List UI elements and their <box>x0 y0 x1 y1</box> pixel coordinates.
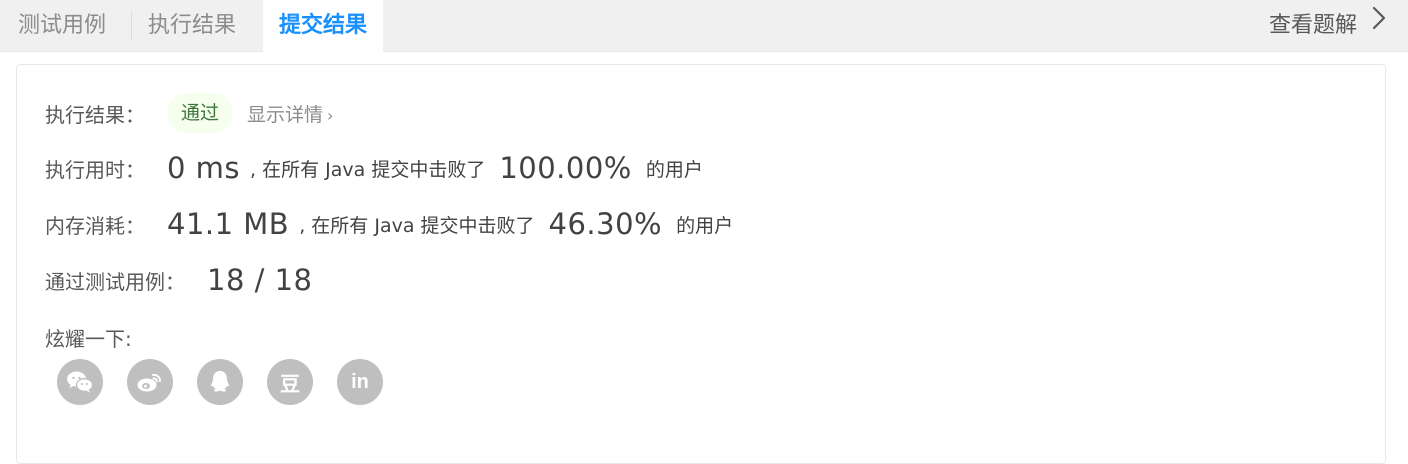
wechat-icon[interactable] <box>57 359 103 405</box>
douban-icon[interactable]: 豆 <box>267 359 313 405</box>
result-label: 执行结果： <box>45 102 145 127</box>
submission-result-panel: 执行结果： 通过 显示详情 › 执行用时： 0 ms , 在所有 Java 提交中… <box>16 64 1386 464</box>
share-icons: 豆 in <box>57 359 407 405</box>
show-details-label: 显示详情 <box>247 103 324 126</box>
show-details-link[interactable]: 显示详情 › <box>247 100 333 127</box>
memory-percent: 46.30% <box>548 207 663 241</box>
runtime-beat-text: , 在所有 Java 提交中击败了 <box>250 158 486 181</box>
runtime-label: 执行用时： <box>45 157 145 182</box>
share-label: 炫耀一下: <box>45 327 132 351</box>
tab-run-result[interactable]: 执行结果 <box>132 0 252 52</box>
weibo-icon[interactable] <box>127 359 173 405</box>
memory-label: 内存消耗： <box>45 213 145 238</box>
linkedin-glyph: in <box>351 370 369 393</box>
linkedin-icon[interactable]: in <box>337 359 383 405</box>
share-row: 炫耀一下: <box>45 323 132 352</box>
view-solution-label: 查看题解 <box>1268 13 1357 38</box>
memory-suffix: 的用户 <box>676 214 734 237</box>
runtime-value: 0 ms <box>167 151 241 185</box>
status-badge[interactable]: 通过 <box>167 93 234 133</box>
memory-value: 41.1 MB <box>167 207 290 241</box>
tab-bar: 测试用例 执行结果 提交结果 查看题解 <box>0 0 1408 53</box>
runtime-row: 执行用时： 0 ms , 在所有 Java 提交中击败了 100.00% 的用户 <box>45 151 703 185</box>
testcases-label: 通过测试用例： <box>45 269 185 294</box>
result-row: 执行结果： 通过 显示详情 › <box>45 93 333 133</box>
testcases-value: 18 / 18 <box>207 263 313 297</box>
memory-row: 内存消耗： 41.1 MB , 在所有 Java 提交中击败了 46.30% 的… <box>45 207 733 241</box>
view-solution-link[interactable]: 查看题解 <box>1269 0 1386 52</box>
douban-glyph: 豆 <box>280 373 300 396</box>
chevron-right-small-icon: › <box>327 105 334 125</box>
testcases-row: 通过测试用例： 18 / 18 <box>45 263 313 297</box>
runtime-suffix: 的用户 <box>645 158 703 181</box>
runtime-percent: 100.00% <box>499 151 632 185</box>
memory-beat-text: , 在所有 Java 提交中击败了 <box>299 214 535 237</box>
tab-submission-result[interactable]: 提交结果 <box>263 0 384 53</box>
tab-testcases[interactable]: 测试用例 <box>2 0 122 52</box>
chevron-right-icon <box>1372 0 1386 50</box>
qq-icon[interactable] <box>197 359 243 405</box>
